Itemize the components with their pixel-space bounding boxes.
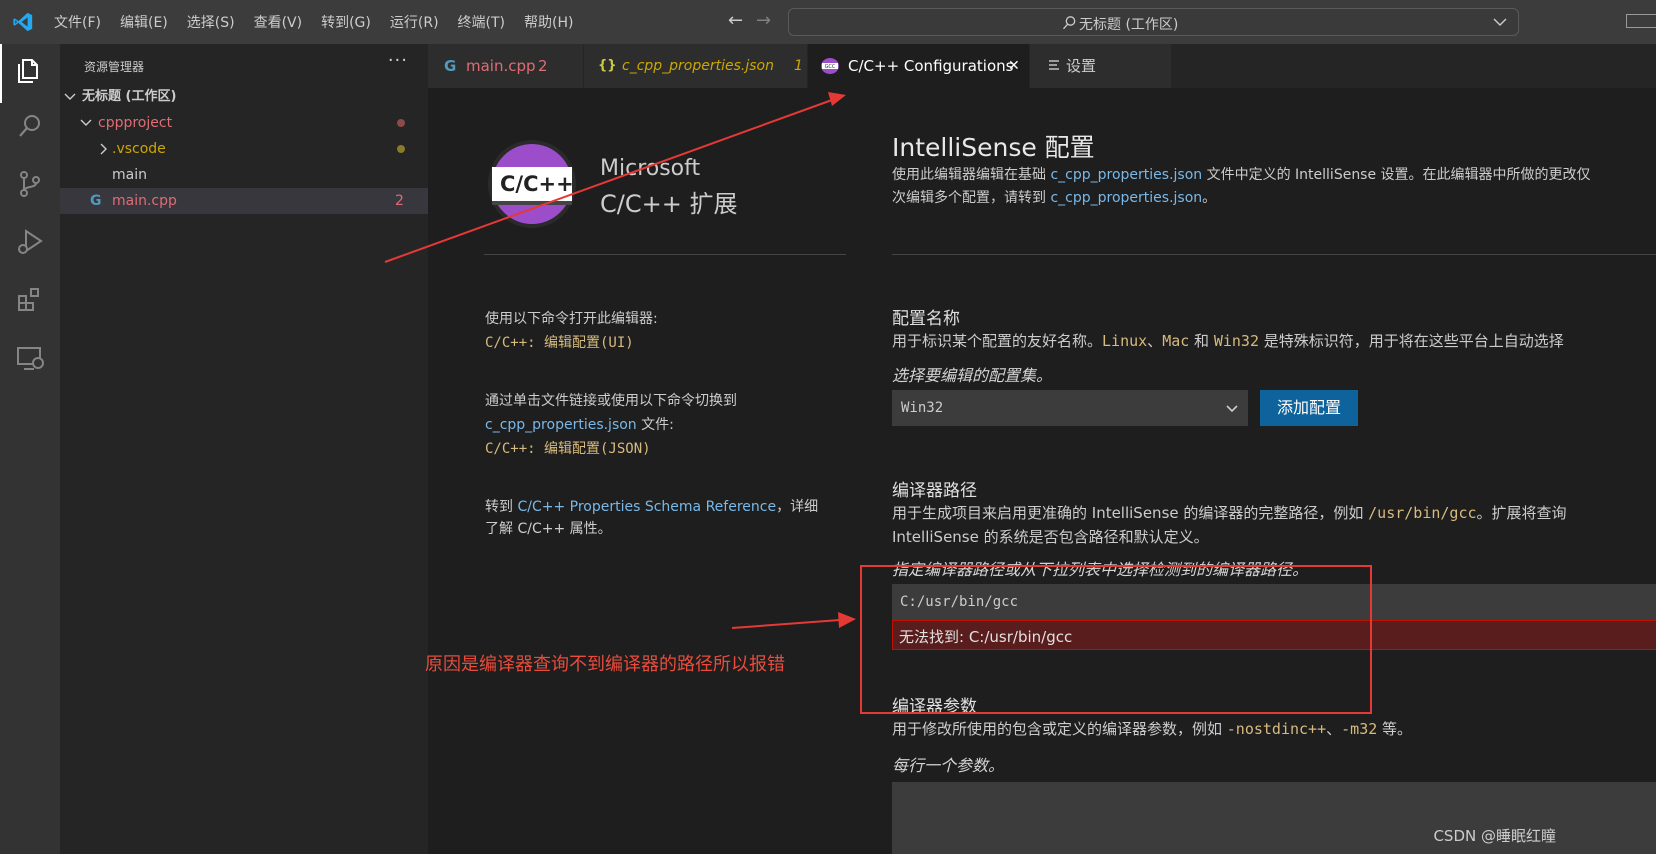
annotation-overlay: [384, 92, 1372, 714]
annotation-box: [860, 565, 1372, 714]
annotation-arrow-tab: [384, 92, 846, 263]
annotation-arrow-error: [731, 612, 856, 629]
watermark: CSDN @睡眠红瞳: [1433, 827, 1556, 845]
annotation-text: 原因是编译器查询不到编译器的路径所以报错: [425, 654, 785, 675]
